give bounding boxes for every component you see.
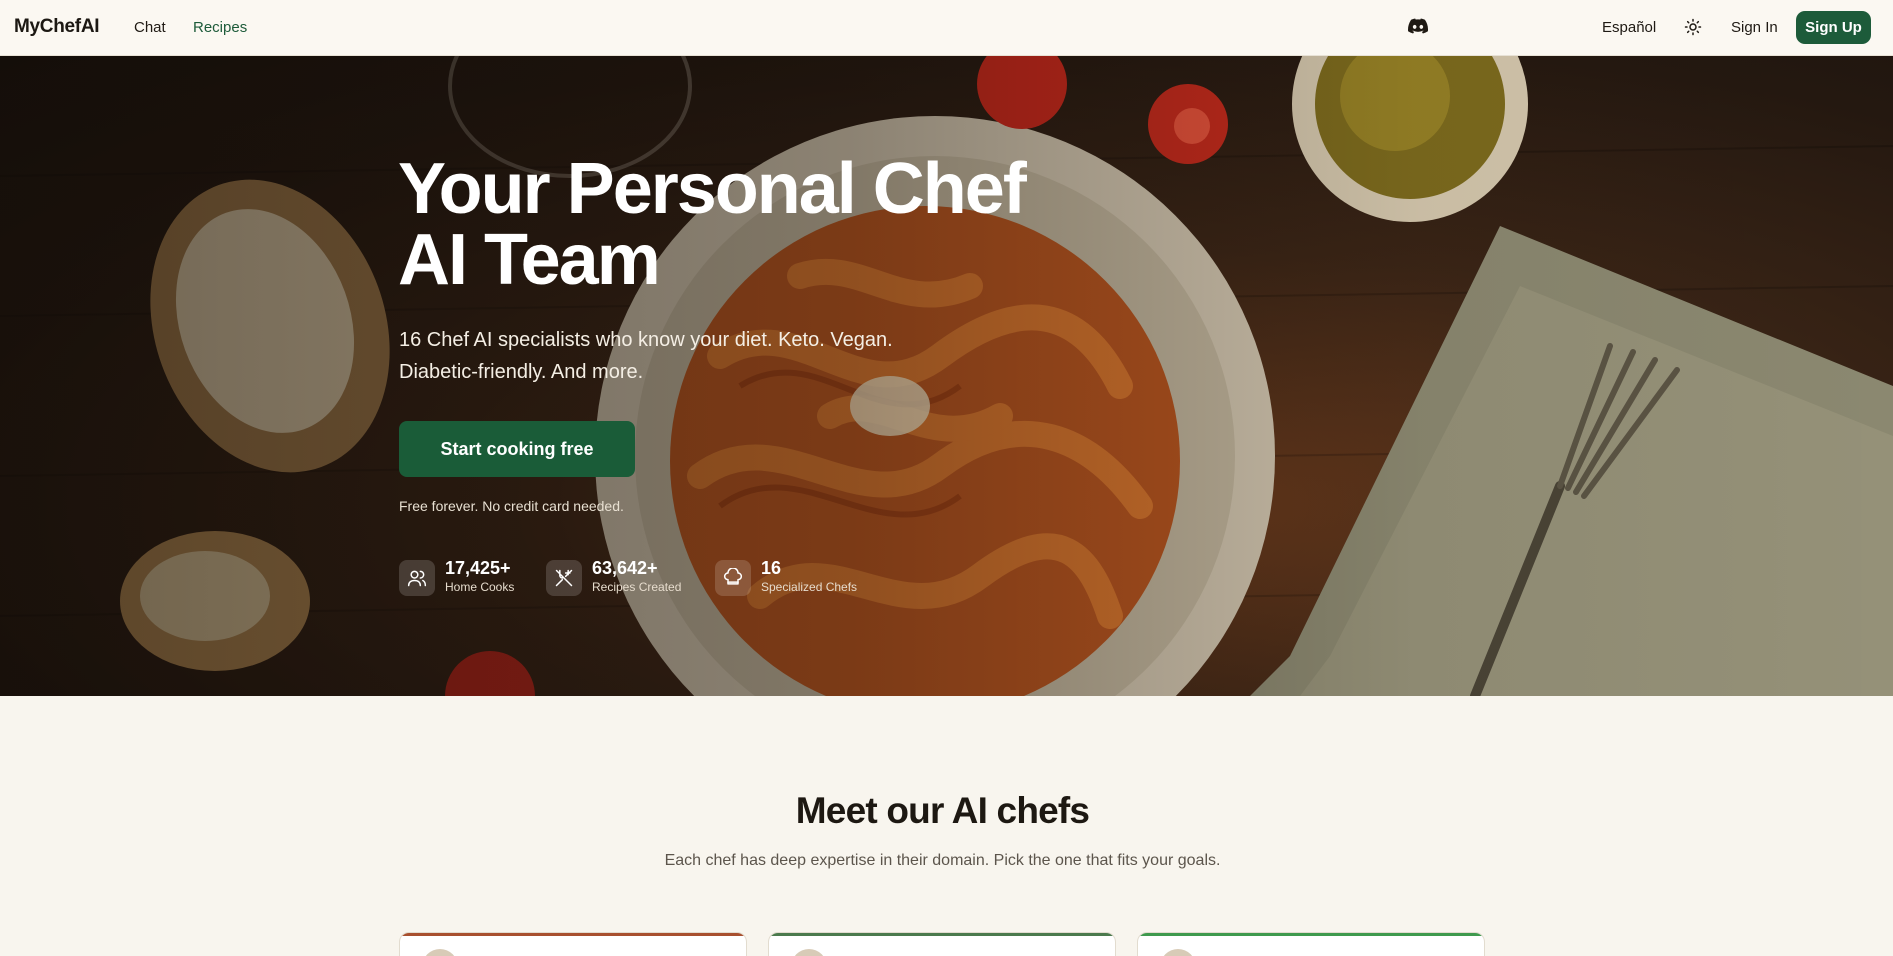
card-accent-bar: [1138, 933, 1484, 936]
stat-value: 17,425+: [445, 558, 511, 578]
site-logo[interactable]: MyChefAI: [14, 16, 100, 38]
start-cooking-button[interactable]: Start cooking free: [399, 421, 635, 477]
card-accent-bar: [769, 933, 1115, 936]
card-accent-bar: [400, 933, 746, 936]
stat-value: 63,642+: [592, 558, 658, 578]
utensils-icon: [555, 569, 573, 587]
chef-hat-icon: [724, 568, 742, 585]
nav-recipes-link[interactable]: Recipes: [193, 19, 247, 36]
sun-icon[interactable]: [1684, 18, 1702, 36]
chefs-section-title: Meet our AI chefs: [795, 790, 1090, 831]
sign-up-button[interactable]: Sign Up: [1796, 11, 1871, 44]
hero-title-line-1: Your Personal Chef: [398, 149, 1027, 229]
chef-avatar: [422, 949, 458, 956]
hero-note: Free forever. No credit card needed.: [399, 498, 624, 514]
language-switcher[interactable]: Español: [1602, 19, 1656, 36]
hero-subtitle: 16 Chef AI specialists who know your die…: [399, 329, 893, 383]
chef-avatar: [791, 949, 827, 956]
chef-avatar: [1160, 949, 1196, 956]
stat-label: Specialized Chefs: [761, 580, 858, 594]
stat-value: 16: [761, 558, 782, 578]
sign-in-link[interactable]: Sign In: [1731, 19, 1778, 36]
hero-section: Your Personal Chef AI Team 16 Chef AI sp…: [0, 56, 1893, 696]
hero-title-line-2: AI Team: [398, 220, 661, 300]
chef-card[interactable]: [1137, 932, 1485, 956]
stat-label: Home Cooks: [445, 580, 515, 594]
hero-title: Your Personal Chef AI Team: [398, 149, 1098, 300]
nav-chat-link[interactable]: Chat: [134, 19, 166, 36]
stat-label: Recipes Created: [592, 580, 682, 594]
discord-icon[interactable]: [1408, 18, 1428, 34]
chefs-section-subtitle: Each chef has deep expertise in their do…: [664, 852, 1221, 869]
users-icon: [407, 570, 427, 587]
chef-card[interactable]: [768, 932, 1116, 956]
chef-card[interactable]: [399, 932, 747, 956]
top-navbar: MyChefAI Chat Recipes Español Sign In Si…: [0, 0, 1893, 56]
